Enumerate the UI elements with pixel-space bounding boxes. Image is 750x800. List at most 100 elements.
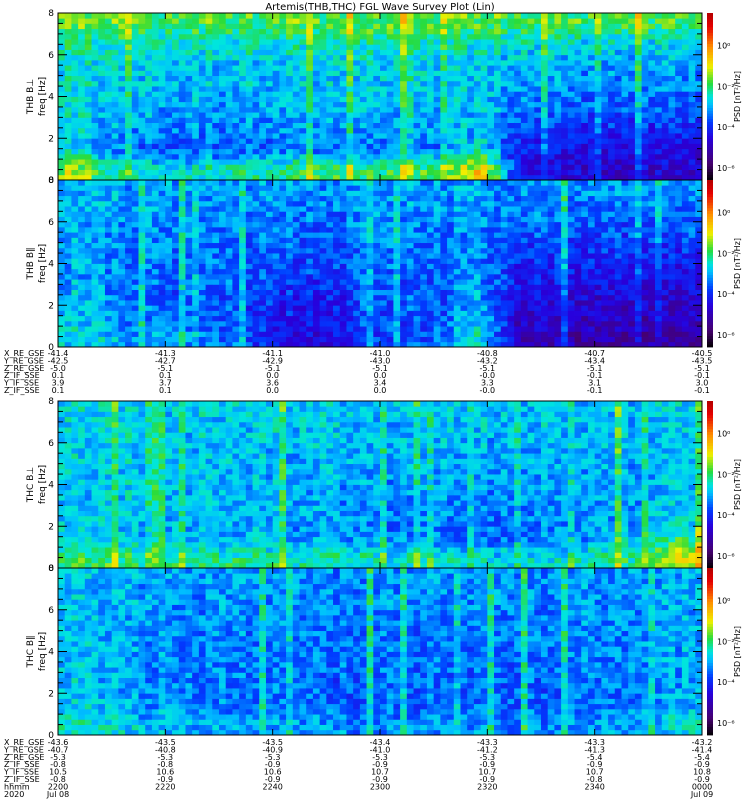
spectrogram-cell <box>413 59 421 66</box>
spectrogram-cell <box>252 117 260 123</box>
spectrogram-cell <box>98 70 106 77</box>
spectrogram-cell <box>91 216 99 223</box>
spectrogram-cell <box>158 106 166 113</box>
spectrogram-cell <box>111 75 119 82</box>
spectrogram-cell <box>366 190 374 197</box>
spectrogram-cell <box>440 117 448 123</box>
spectrogram-cell <box>675 117 683 123</box>
spectrogram-cell <box>125 305 133 311</box>
spectrogram-cell <box>406 33 414 40</box>
spectrogram-cell <box>420 226 428 233</box>
spectrogram-cell <box>151 75 160 82</box>
spectrogram-cell <box>145 28 153 35</box>
spectrogram-cell <box>406 263 414 270</box>
spectrogram-cell <box>158 211 166 217</box>
spectrogram-cell <box>212 310 220 317</box>
spectrogram-cell <box>172 28 180 35</box>
spectrogram-cell <box>420 70 428 77</box>
spectrogram-cell <box>259 39 267 45</box>
spectrogram-cell <box>373 54 381 61</box>
spectrogram-cell <box>366 216 374 223</box>
spectrogram-cell <box>84 159 92 165</box>
spectrogram-cell <box>333 200 341 207</box>
spectrogram-cell <box>198 279 206 285</box>
spectrogram-cell <box>306 54 314 61</box>
spectrogram-cell <box>118 326 126 332</box>
spectrogram-cell <box>286 86 294 92</box>
spectrogram-cell <box>628 106 636 113</box>
spectrogram-cell <box>225 320 233 327</box>
spectrogram-cell <box>151 169 160 176</box>
spectrogram-cell <box>252 169 260 176</box>
spectrogram-cell <box>353 112 361 118</box>
spectrogram-cell <box>440 153 448 160</box>
spectrogram-cell <box>527 101 535 108</box>
colorbar-segment <box>707 124 713 128</box>
spectrogram-cell <box>326 122 334 129</box>
spectrogram-cell <box>473 33 482 40</box>
spectrogram-cell <box>312 75 321 82</box>
spectrogram-cell <box>185 305 193 311</box>
spectrogram-cell <box>219 226 227 233</box>
spectrogram-cell <box>601 138 609 144</box>
spectrogram-cell <box>78 331 86 337</box>
spectrogram-cell <box>380 226 388 233</box>
spectrogram-cell <box>326 263 334 270</box>
spectrogram-cell <box>232 122 240 129</box>
spectrogram-cell <box>131 106 139 113</box>
spectrogram-cell <box>440 164 448 170</box>
spectrogram-cell <box>245 326 253 332</box>
panel-label: THB B⊥ <box>26 79 36 115</box>
spectrogram-cell <box>393 263 401 270</box>
spectrogram-cell <box>547 75 555 82</box>
colorbar-segment <box>707 115 713 120</box>
spectrogram-cell <box>359 75 367 82</box>
spectrogram-cell <box>373 190 381 197</box>
spectrogram-cell <box>561 127 569 134</box>
spectrogram-cell <box>353 153 361 160</box>
spectrogram-cell <box>71 180 79 186</box>
spectrogram-cell <box>326 284 334 290</box>
spectrogram-cell <box>292 13 300 19</box>
spectrogram-cell <box>420 263 428 270</box>
spectrogram-cell <box>494 54 502 61</box>
spectrogram-cell <box>648 153 656 160</box>
spectrogram-cell <box>668 148 676 155</box>
spectrogram-cell <box>333 138 341 144</box>
spectrogram-cell <box>138 206 146 212</box>
spectrogram-cell <box>299 180 307 186</box>
spectrogram-cell <box>71 326 79 332</box>
spectrogram-cell <box>413 300 421 306</box>
spectrogram-cell <box>225 326 233 332</box>
spectrogram-cell <box>393 253 401 259</box>
spectrogram-cell <box>299 185 307 191</box>
spectrogram-cell <box>192 159 200 165</box>
spectrogram-cell <box>426 253 435 259</box>
spectrogram-cell <box>104 289 113 296</box>
spectrogram-cell <box>125 112 133 118</box>
spectrogram-cell <box>339 148 347 155</box>
spectrogram-cell <box>151 305 160 311</box>
spectrogram-cell <box>386 221 394 228</box>
spectrogram-cell <box>453 33 461 40</box>
spectrogram-cell <box>661 159 669 165</box>
spectrogram-cell <box>661 18 669 24</box>
spectrogram-cell <box>534 86 542 92</box>
spectrogram-cell <box>655 96 663 103</box>
spectrogram-cell <box>500 133 508 139</box>
spectrogram-cell <box>326 336 334 343</box>
spectrogram-cell <box>554 49 562 56</box>
spectrogram-cell <box>118 106 126 113</box>
spectrogram-cell <box>319 226 327 233</box>
spectrogram-cell <box>151 195 160 202</box>
spectrogram-cell <box>265 143 274 150</box>
spectrogram-cell <box>534 138 542 144</box>
spectrogram-cell <box>306 169 314 176</box>
spectrogram-cell <box>64 148 72 155</box>
spectrogram-cell <box>386 106 394 113</box>
spectrogram-cell <box>192 289 200 296</box>
spectrogram-cell <box>319 122 327 129</box>
spectrogram-cell <box>608 13 616 19</box>
spectrogram-cell <box>688 101 696 108</box>
spectrogram-cell <box>567 153 575 160</box>
